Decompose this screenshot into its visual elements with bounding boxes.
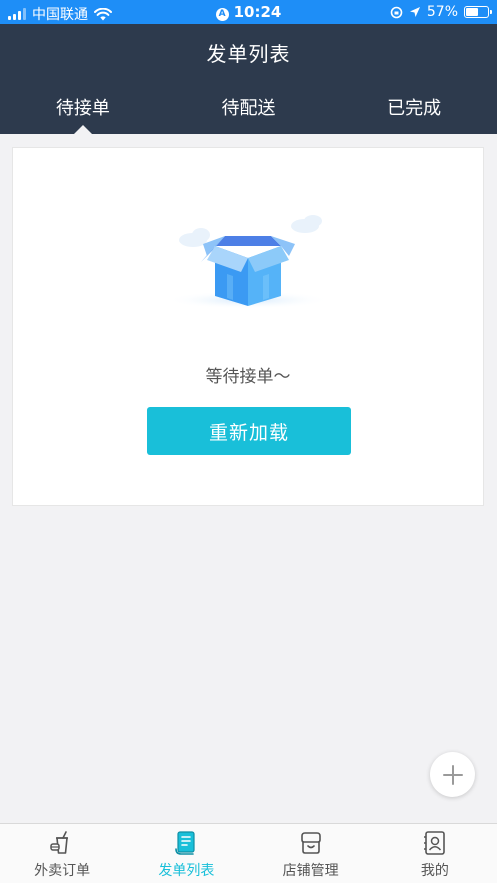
add-button[interactable] [430, 752, 475, 797]
nav-item-order-list[interactable]: 发单列表 [124, 824, 248, 883]
battery-percent: 57% [426, 4, 458, 20]
tab-bar: 待接单 待配送 已完成 [0, 80, 497, 134]
takeout-cup-icon [50, 831, 69, 854]
status-right: 57% [390, 4, 492, 20]
reload-button[interactable]: 重新加载 [147, 407, 351, 455]
nav-label-profile: 我的 [420, 863, 449, 879]
nav-item-store-management[interactable]: 店铺管理 [249, 824, 373, 883]
nav-label-takeout-orders: 外卖订单 [34, 863, 91, 879]
nav-item-takeout-orders[interactable]: 外卖订单 [0, 824, 124, 883]
nav-item-profile[interactable]: 我的 [373, 824, 497, 883]
auto-rotate-icon: A [215, 8, 229, 21]
nav-label-store-management: 店铺管理 [282, 863, 339, 879]
header: 发单列表 待接单 待配送 已完成 [0, 24, 497, 134]
plus-icon [442, 764, 463, 785]
status-bar: 中国联通 A 10:24 57% [0, 0, 497, 24]
tab-pending-delivery[interactable]: 待配送 [166, 80, 332, 134]
battery-icon [464, 6, 492, 18]
box-icon [166, 215, 330, 309]
order-list-icon [175, 831, 195, 855]
nav-label-order-list: 发单列表 [158, 863, 215, 879]
tab-pending-accept[interactable]: 待接单 [0, 80, 166, 134]
page-title: 发单列表 [206, 42, 291, 66]
rotation-lock-icon [390, 6, 403, 18]
bottom-nav: 外卖订单 发单列表 店铺管理 我的 [0, 823, 497, 883]
battery-fill [466, 8, 478, 16]
store-icon [300, 832, 321, 854]
time-label: 10:24 [233, 3, 282, 21]
tab-completed[interactable]: 已完成 [331, 80, 497, 134]
location-arrow-icon [409, 7, 420, 17]
empty-message: 等待接单～ [205, 367, 291, 387]
profile-card-icon [423, 831, 445, 855]
empty-state-card: 等待接单～ 重新加载 [12, 147, 484, 506]
